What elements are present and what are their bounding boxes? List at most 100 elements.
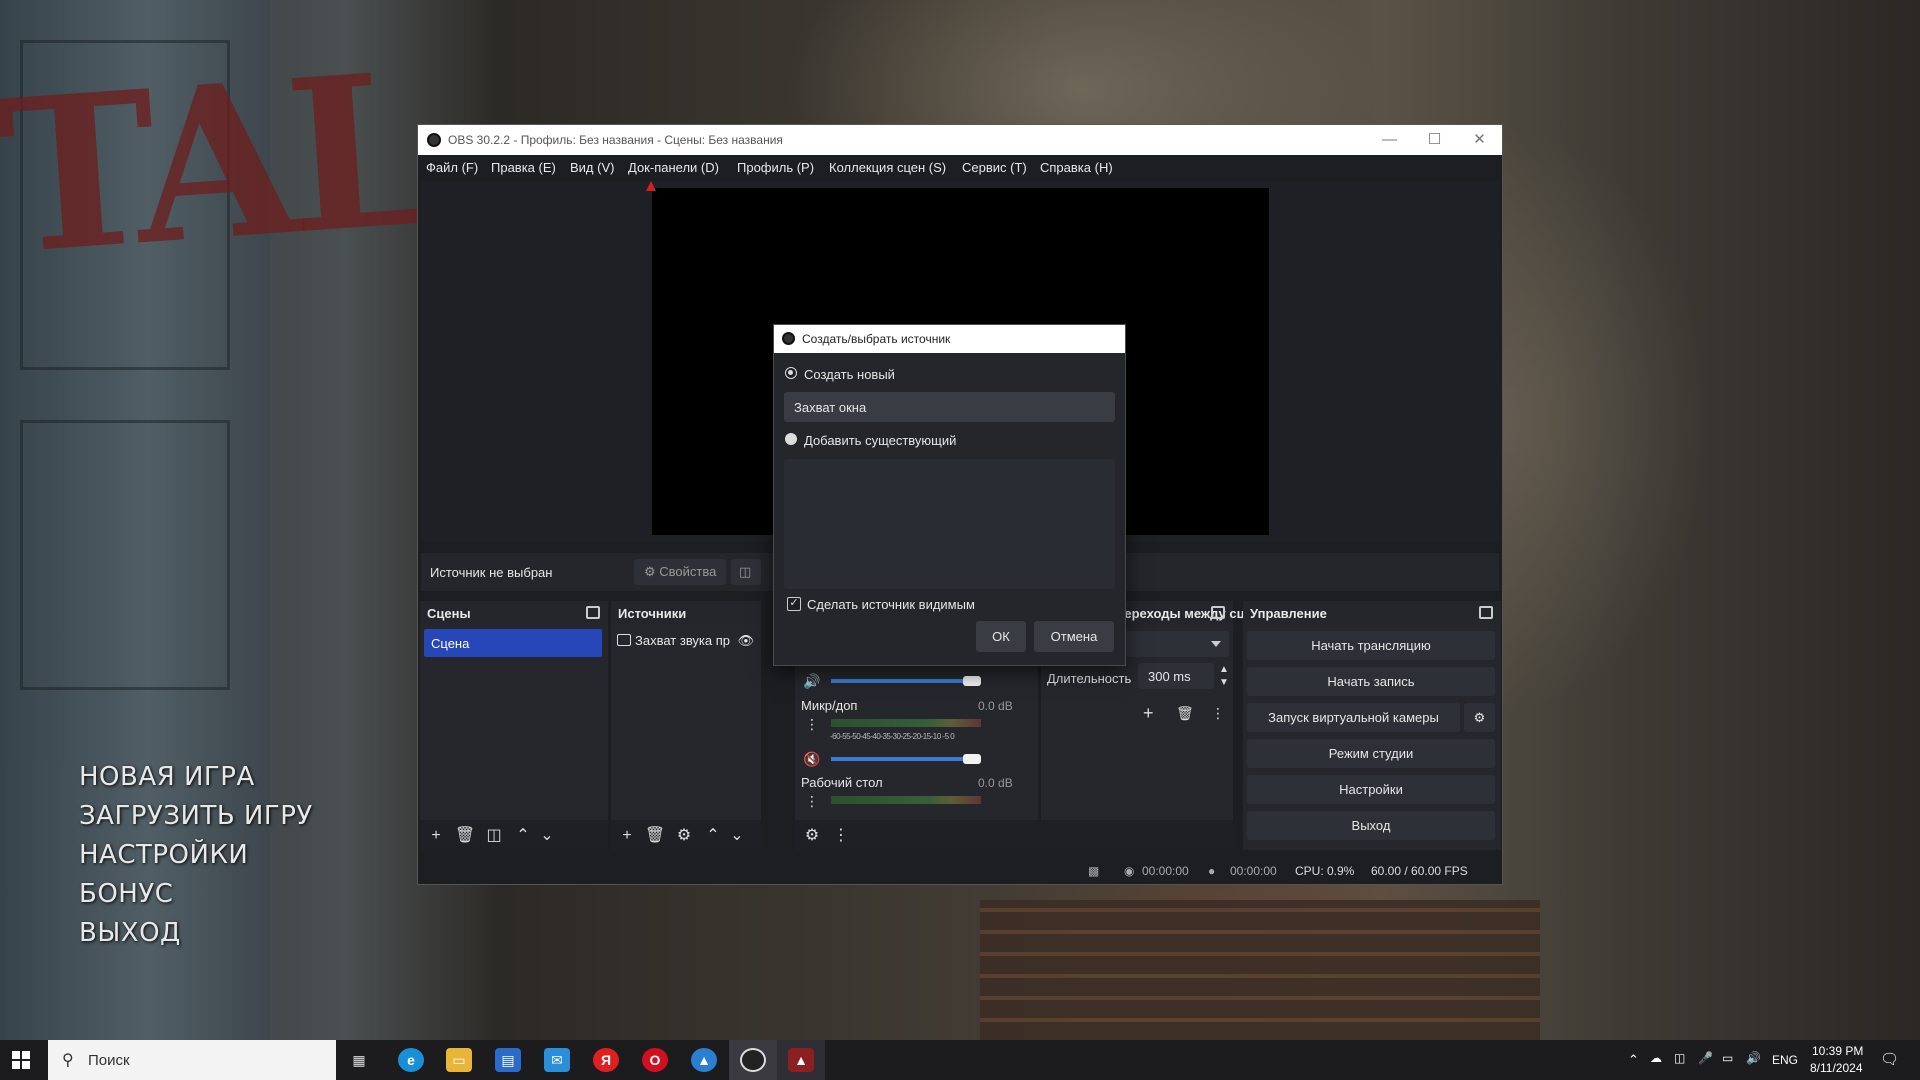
volume-slider[interactable] — [831, 757, 981, 761]
undock-icon[interactable] — [1479, 606, 1493, 619]
obs-taskbar-icon[interactable] — [740, 1048, 766, 1072]
menu-view[interactable]: Вид (V) — [570, 160, 614, 175]
menu-file[interactable]: Файл (F) — [426, 160, 478, 175]
scenes-list: Сцена — [420, 625, 608, 820]
wall-graffiti: TAL — [0, 25, 434, 302]
create-new-label[interactable]: Создать новый — [804, 367, 895, 382]
speaker-muted-icon[interactable]: 🔇 — [803, 751, 820, 768]
menu-help[interactable]: Справка (H) — [1040, 160, 1113, 175]
virtual-camera-gear-icon[interactable]: ⚙ — [1464, 703, 1495, 732]
start-recording-button[interactable]: Начать запись — [1247, 667, 1495, 696]
settings-button[interactable]: Настройки — [1247, 775, 1495, 804]
ok-button[interactable]: ОК — [976, 621, 1026, 652]
door-panel — [20, 420, 230, 690]
add-existing-label[interactable]: Добавить существующий — [804, 433, 956, 448]
chevron-up-icon[interactable]: ⌃ — [512, 825, 534, 847]
mail-icon[interactable]: ✉ — [544, 1048, 570, 1072]
game-menu-bonus[interactable]: БОНУС — [79, 875, 313, 914]
app-icon[interactable]: ▲ — [691, 1048, 717, 1072]
transitions-title: Переходы между сце... — [1115, 606, 1263, 621]
properties-button[interactable]: ⚙ Свойства — [634, 559, 727, 585]
game-menu-load-game[interactable]: ЗАГРУЗИТЬ ИГРУ — [79, 797, 313, 836]
stepper-up-icon[interactable]: ▲ — [1219, 664, 1229, 675]
menu-tools[interactable]: Сервис (T) — [962, 160, 1027, 175]
clock-date[interactable]: 8/11/2024 — [1810, 1061, 1863, 1075]
edge-icon[interactable]: e — [398, 1048, 424, 1072]
start-streaming-button[interactable]: Начать трансляцию — [1247, 631, 1495, 660]
add-existing-radio[interactable] — [785, 433, 797, 445]
exit-button[interactable]: Выход — [1247, 811, 1495, 840]
more-icon[interactable]: ⋮ — [805, 793, 819, 810]
yandex-icon[interactable]: Я — [593, 1048, 619, 1072]
speaker-icon[interactable]: 🔊 — [803, 673, 820, 690]
virtual-camera-button[interactable]: Запуск виртуальной камеры — [1247, 703, 1460, 732]
trash-icon[interactable]: 🗑 — [1176, 705, 1194, 722]
menu-docks[interactable]: Док-панели (D) — [628, 160, 719, 175]
gear-icon[interactable]: ⚙ — [673, 825, 695, 847]
add-icon[interactable]: + — [616, 825, 638, 847]
make-visible-label[interactable]: Сделать источник видимым — [807, 597, 975, 612]
volume-slider[interactable] — [831, 679, 981, 683]
obs-titlebar[interactable]: OBS 30.2.2 - Профиль: Без названия - Сце… — [418, 125, 1502, 155]
more-icon[interactable]: ⋮ — [1211, 705, 1225, 722]
device-icon[interactable]: ◫ — [1674, 1051, 1685, 1065]
task-view-icon[interactable]: ▦ — [346, 1048, 372, 1072]
microphone-icon[interactable]: 🎤 — [1698, 1051, 1713, 1065]
chevron-down-icon[interactable]: ⌄ — [536, 825, 558, 847]
undock-icon[interactable] — [1211, 606, 1225, 619]
volume-icon[interactable]: 🔊 — [1746, 1051, 1761, 1065]
add-icon[interactable]: + — [1143, 703, 1154, 724]
undock-icon[interactable] — [586, 606, 600, 619]
onedrive-icon[interactable]: ☁ — [1650, 1051, 1662, 1065]
more-icon[interactable]: ⋮ — [830, 825, 852, 847]
duration-input[interactable]: 300 ms — [1138, 663, 1214, 689]
game-menu-new-game[interactable]: НОВАЯ ИГРА — [79, 758, 313, 797]
make-visible-checkbox[interactable]: ✓ — [787, 597, 801, 611]
notifications-icon[interactable]: 🗨 — [1880, 1050, 1899, 1068]
source-item[interactable]: Захват звука пр 👁 — [617, 633, 754, 649]
menu-edit[interactable]: Правка (E) — [491, 160, 556, 175]
menu-profile[interactable]: Профиль (P) — [737, 160, 814, 175]
chevron-up-icon[interactable]: ⌃ — [702, 825, 724, 847]
windows-start-icon[interactable] — [12, 1051, 30, 1069]
clock-time[interactable]: 10:39 PM — [1812, 1044, 1863, 1058]
store-icon[interactable]: ▤ — [495, 1048, 521, 1072]
tray-chevron-up-icon[interactable]: ⌃ — [1628, 1052, 1639, 1068]
add-icon[interactable]: + — [425, 825, 447, 847]
cancel-button[interactable]: Отмена — [1034, 621, 1114, 652]
close-icon[interactable]: ✕ — [1457, 125, 1502, 155]
taskbar-search[interactable]: ⚲ Поиск — [48, 1040, 336, 1080]
menu-scene-collection[interactable]: Коллекция сцен (S) — [829, 160, 946, 175]
file-explorer-icon[interactable]: ▭ — [446, 1048, 472, 1072]
source-name-input[interactable]: Захват окна — [784, 392, 1115, 422]
minimize-icon[interactable]: — — [1367, 125, 1412, 155]
slider-knob[interactable] — [963, 676, 981, 686]
advanced-audio-gear-icon[interactable]: ⚙ — [801, 825, 823, 847]
chevron-down-icon[interactable]: ⌄ — [726, 825, 748, 847]
dialog-titlebar[interactable]: Создать/выбрать источник — [774, 325, 1125, 353]
filter-icon[interactable]: ◫ — [483, 825, 505, 847]
game-menu-exit[interactable]: ВЫХОД — [79, 914, 313, 953]
filters-button[interactable]: ◫ — [731, 559, 761, 585]
language-indicator[interactable]: ENG — [1772, 1053, 1798, 1067]
create-new-radio[interactable] — [785, 367, 797, 379]
network-icon[interactable]: ▭ — [1722, 1051, 1733, 1065]
controls-title: Управление — [1250, 606, 1327, 621]
game-taskbar-icon[interactable]: ▲ — [788, 1048, 814, 1072]
existing-sources-list[interactable] — [784, 459, 1115, 589]
cpu-usage: CPU: 0.9% — [1295, 864, 1355, 878]
opera-icon[interactable]: O — [642, 1048, 668, 1072]
game-menu-settings[interactable]: НАСТРОЙКИ — [79, 836, 313, 875]
eye-icon[interactable]: 👁 — [738, 633, 755, 648]
slider-knob[interactable] — [963, 754, 981, 764]
fps-readout: 60.00 / 60.00 FPS — [1371, 864, 1468, 878]
scene-item[interactable]: Сцена — [424, 629, 602, 657]
studio-mode-button[interactable]: Режим студии — [1247, 739, 1495, 768]
game-main-menu: НОВАЯ ИГРА ЗАГРУЗИТЬ ИГРУ НАСТРОЙКИ БОНУ… — [79, 758, 313, 953]
controls-dock: Управление Начать трансляцию Начать запи… — [1243, 601, 1501, 850]
more-icon[interactable]: ⋮ — [805, 716, 819, 733]
stepper-down-icon[interactable]: ▼ — [1219, 677, 1229, 688]
trash-icon[interactable]: 🗑 — [454, 825, 476, 847]
trash-icon[interactable]: 🗑 — [644, 825, 666, 847]
maximize-icon[interactable]: ☐ — [1412, 125, 1457, 155]
